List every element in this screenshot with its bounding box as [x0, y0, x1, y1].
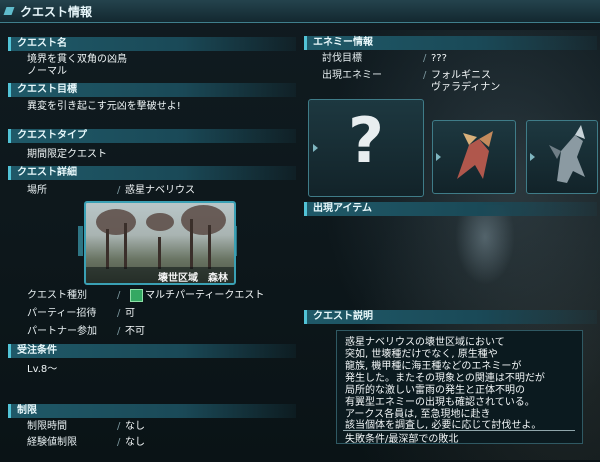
card-arrow-icon	[313, 144, 318, 152]
quest-name: 境界を貫く双角の凶鳥	[27, 54, 127, 65]
order-conditions-header: 受注条件	[8, 344, 296, 358]
quest-objective-text: 異変を引き起こす元凶を撃破せよ!	[27, 101, 181, 112]
partner-join-value: 不可	[125, 326, 145, 337]
description-line: 突如, 世壊種だけでなく, 原生種や	[345, 349, 498, 360]
quest-kind-value: マルチパーティークエスト	[145, 290, 265, 301]
separator: /	[117, 326, 121, 337]
card-arrow-icon	[436, 153, 441, 161]
multi-party-icon	[130, 289, 143, 302]
bird-enemy-icon	[457, 131, 493, 179]
separator: /	[117, 437, 121, 448]
enemy-card-forginis[interactable]	[432, 120, 516, 194]
quest-type-header: クエストタイプ	[8, 129, 296, 143]
items-header: 出現アイテム	[304, 202, 597, 216]
separator: /	[117, 290, 121, 301]
window-titlebar: クエスト情報	[0, 0, 600, 23]
map-caption: 壊世区域 森林	[158, 273, 228, 284]
enemy-card-varadinan[interactable]	[526, 120, 598, 194]
quest-detail-header: クエスト詳細	[8, 166, 296, 180]
quest-description-box: 惑星ナベリウスの壊世区域において 突如, 世壊種だけでなく, 原生種や 龍族, …	[336, 330, 583, 445]
target-label: 討伐目標	[322, 53, 362, 64]
exp-limit-label: 経験値制限	[27, 437, 77, 448]
enemy-card-unknown[interactable]: ?	[308, 99, 424, 197]
location-label: 場所	[27, 185, 47, 196]
card-arrow-icon	[530, 153, 535, 161]
title-marker-icon	[3, 7, 15, 15]
location-value: 惑星ナベリウス	[125, 185, 195, 196]
description-line: 局所的な激しい雷雨の発生と正体不明の	[345, 385, 525, 396]
quest-info-window: クエスト情報 クエスト名 境界を貫く双角の凶鳥 ノーマル クエスト目標 異変を引…	[0, 0, 600, 462]
map-left-arrow-icon	[78, 226, 83, 256]
time-limit-label: 制限時間	[27, 421, 67, 432]
separator: /	[423, 70, 427, 81]
party-invite-label: パーティー招待	[27, 308, 97, 319]
background-character	[455, 205, 515, 285]
appear-enemy-label: 出現エネミー	[322, 70, 382, 81]
enemy-info-header: エネミー情報	[304, 36, 597, 50]
question-mark-icon: ?	[348, 104, 384, 177]
target-value: ???	[431, 53, 447, 64]
separator: /	[117, 421, 121, 432]
quest-name-header: クエスト名	[8, 37, 296, 51]
quest-difficulty: ノーマル	[27, 66, 67, 77]
quest-type-text: 期間限定クエスト	[27, 149, 107, 160]
window-title: クエスト情報	[20, 5, 93, 19]
area-map-thumbnail: 壊世区域 森林	[84, 201, 236, 285]
beast-enemy-icon	[549, 125, 585, 183]
quest-description-header: クエスト説明	[304, 310, 597, 324]
exp-limit-value: なし	[125, 437, 145, 448]
quest-kind-label: クエスト種別	[27, 290, 87, 301]
order-level: Lv.8～	[27, 364, 58, 375]
description-line: 発生した。またその現象との関連は不明だが	[345, 373, 545, 384]
description-line: 龍族, 機甲種に海王種などのエネミーが	[345, 361, 522, 372]
separator: /	[117, 308, 121, 319]
partner-join-label: パートナー参加	[27, 326, 97, 337]
limits-header: 制限	[8, 404, 296, 418]
separator: /	[117, 185, 121, 196]
time-limit-value: なし	[125, 421, 145, 432]
separator: /	[423, 53, 427, 64]
appear-enemy-1: フォルギニス	[431, 70, 491, 81]
party-invite-value: 可	[125, 308, 135, 319]
quest-objective-header: クエスト目標	[8, 83, 296, 97]
description-line: 有翼型エネミーの出現も確認されている。	[345, 397, 535, 408]
description-divider	[343, 430, 575, 431]
appear-enemy-2: ヴァラディナン	[431, 82, 501, 93]
description-line: 惑星ナベリウスの壊世区域において	[345, 337, 505, 348]
failure-condition: 失敗条件/最深部での敗北	[345, 434, 459, 445]
